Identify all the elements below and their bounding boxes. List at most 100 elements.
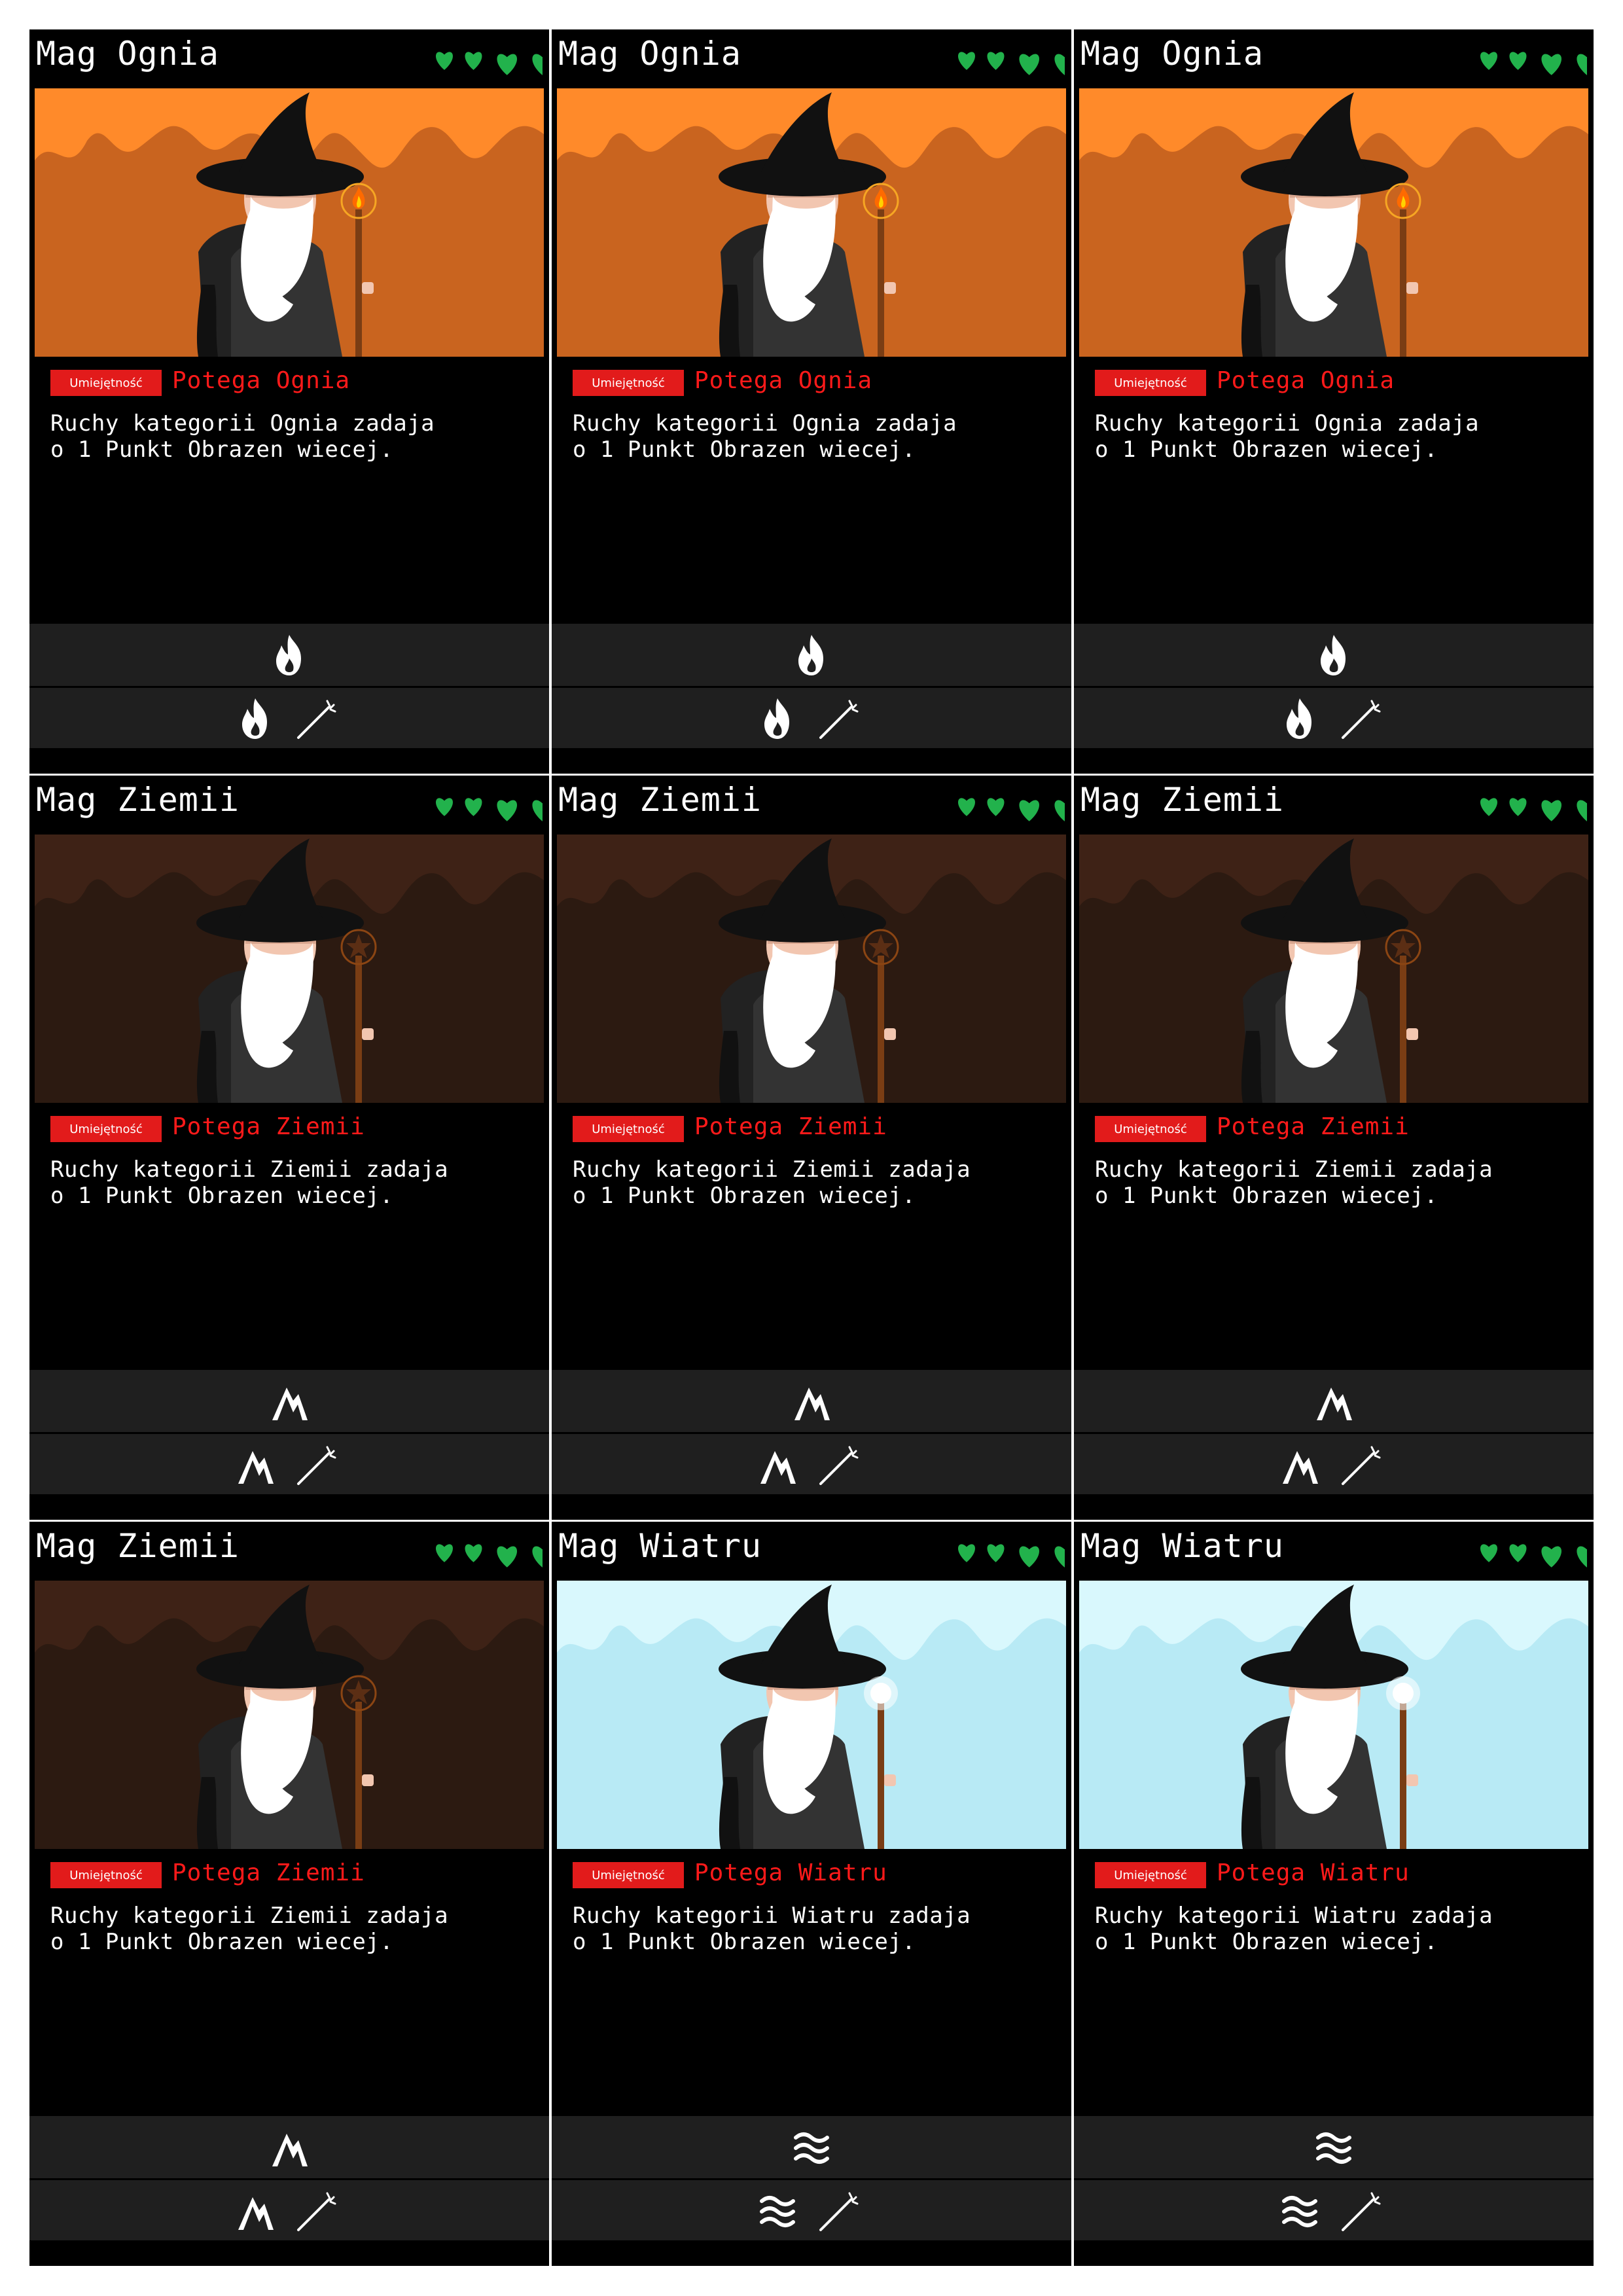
flame-icon [798, 635, 823, 675]
health-hearts [436, 1544, 543, 1568]
ability-badge: Umiejętność [573, 1116, 684, 1142]
wand-icon [1342, 700, 1381, 739]
ability-name: Potega Ognia [694, 367, 873, 394]
wand-icon [819, 1446, 859, 1485]
heart-icon [1577, 800, 1587, 821]
heart-icon [1541, 54, 1562, 75]
ability-badge: Umiejętność [1095, 1116, 1206, 1142]
description-line-1: Ruchy kategorii Ognia zadaja [1095, 410, 1480, 437]
card-artwork [557, 834, 1066, 1103]
ability-description: Ruchy kategorii Ognia zadaja o 1 Punkt O… [50, 410, 535, 463]
health-hearts [436, 52, 543, 75]
attack-row[interactable] [552, 2180, 1071, 2240]
heart-icon [987, 1544, 1005, 1562]
ability-badge: Umiejętność [50, 1862, 162, 1888]
ability-name: Potega Ziemii [694, 1113, 887, 1140]
wand-icon [819, 2192, 859, 2231]
health-hearts [958, 52, 1065, 75]
mountain-icon [1317, 1388, 1352, 1420]
attack-row[interactable] [552, 688, 1071, 748]
health-hearts [958, 1544, 1065, 1568]
card-header: Mag Wiatru [1074, 1522, 1594, 1581]
ability-badge: Umiejętność [1095, 1862, 1206, 1888]
wizard-card[interactable]: Mag Ziemii Umiejętność Potega Ziemii Ruc… [29, 1522, 549, 2266]
health-hearts [436, 798, 543, 821]
card-artwork [1079, 88, 1588, 357]
wizard-card[interactable]: Mag Ognia Umiejętność Potega Ognia Ruchy… [1074, 29, 1594, 774]
wand-icon [297, 700, 336, 739]
description-line-2: o 1 Punkt Obrazen wiecej. [50, 1183, 394, 1209]
ability-row: Umiejętność Potega Ognia [573, 367, 1065, 397]
wizard-card[interactable]: Mag Ognia Umiejętność Potega Ognia Ruchy… [552, 29, 1071, 774]
card-title: Mag Ognia [1080, 35, 1264, 73]
mountain-icon [238, 1451, 274, 1484]
card-artwork [557, 1581, 1066, 1849]
element-type-row [552, 2116, 1071, 2178]
description-line-1: Ruchy kategorii Ziemii zadaja [50, 1903, 449, 1929]
mountain-icon [1283, 1451, 1318, 1484]
ability-description: Ruchy kategorii Wiatru zadaja o 1 Punkt … [1095, 1903, 1579, 1955]
heart-icon [497, 1546, 518, 1568]
wizard-card[interactable]: Mag Ognia Umiejętność Potega Ognia Ruchy… [29, 29, 549, 774]
wind-icon [1316, 2132, 1351, 2164]
heart-icon [1541, 1546, 1562, 1568]
ability-badge: Umiejętność [1095, 370, 1206, 396]
attack-row[interactable] [1074, 688, 1594, 748]
wizard-card[interactable]: Mag Wiatru Umiejętność Potega Wiatru Ruc… [1074, 1522, 1594, 2266]
description-line-1: Ruchy kategorii Wiatru zadaja [1095, 1903, 1493, 1929]
heart-icon [1480, 1544, 1497, 1562]
wind-icon [1282, 2196, 1317, 2227]
description-line-1: Ruchy kategorii Ziemii zadaja [573, 1157, 971, 1183]
mountain-icon [794, 1388, 830, 1420]
ability-description: Ruchy kategorii Wiatru zadaja o 1 Punkt … [573, 1903, 1057, 1955]
wizard-illustration [557, 834, 1066, 1103]
element-type-row [29, 2116, 549, 2178]
heart-icon [1054, 54, 1065, 75]
flame-icon [764, 698, 789, 739]
card-header: Mag Ziemii [1074, 776, 1594, 834]
heart-icon [987, 52, 1005, 70]
mountain-icon [238, 2197, 274, 2230]
flame-icon [1287, 698, 1311, 739]
attack-row[interactable] [29, 2180, 549, 2240]
heart-icon [1509, 1544, 1527, 1562]
wizard-card[interactable]: Mag Wiatru Umiejętność Potega Wiatru Ruc… [552, 1522, 1071, 2266]
wind-icon [794, 2132, 829, 2164]
ability-row: Umiejętność Potega Ognia [50, 367, 543, 397]
card-header: Mag Wiatru [552, 1522, 1071, 1581]
attack-row[interactable] [1074, 2180, 1594, 2240]
heart-icon [465, 52, 482, 70]
ability-description: Ruchy kategorii Ognia zadaja o 1 Punkt O… [573, 410, 1057, 463]
attack-row[interactable] [552, 1434, 1071, 1494]
wizard-illustration [35, 88, 544, 357]
heart-icon [465, 1544, 482, 1562]
attack-row[interactable] [29, 1434, 549, 1494]
wand-icon [1342, 2192, 1381, 2231]
card-title: Mag Ziemii [1080, 781, 1285, 819]
wizard-card[interactable]: Mag Ziemii Umiejętność Potega Ziemii Ruc… [1074, 776, 1594, 1520]
card-artwork [557, 88, 1066, 357]
card-header: Mag Ognia [1074, 29, 1594, 88]
mountain-icon [272, 1388, 308, 1420]
heart-icon [1480, 798, 1497, 816]
description-line-2: o 1 Punkt Obrazen wiecej. [573, 437, 916, 463]
wizard-card[interactable]: Mag Ziemii Umiejętność Potega Ziemii Ruc… [29, 776, 549, 1520]
card-title: Mag Ziemii [36, 1527, 240, 1565]
heart-icon [987, 798, 1005, 816]
heart-icon [436, 52, 453, 70]
card-title: Mag Wiatru [558, 1527, 762, 1565]
description-line-2: o 1 Punkt Obrazen wiecej. [1095, 437, 1438, 463]
flame-icon [276, 635, 301, 675]
wand-icon [1342, 1446, 1381, 1485]
card-artwork [35, 1581, 544, 1849]
wind-icon [760, 2196, 795, 2227]
heart-icon [436, 1544, 453, 1562]
attack-row[interactable] [29, 688, 549, 748]
health-hearts [958, 798, 1065, 821]
heart-icon [497, 54, 518, 75]
ability-row: Umiejętność Potega Ognia [1095, 367, 1587, 397]
element-type-row [29, 1370, 549, 1432]
wizard-card[interactable]: Mag Ziemii Umiejętność Potega Ziemii Ruc… [552, 776, 1071, 1520]
heart-icon [958, 52, 975, 70]
attack-row[interactable] [1074, 1434, 1594, 1494]
